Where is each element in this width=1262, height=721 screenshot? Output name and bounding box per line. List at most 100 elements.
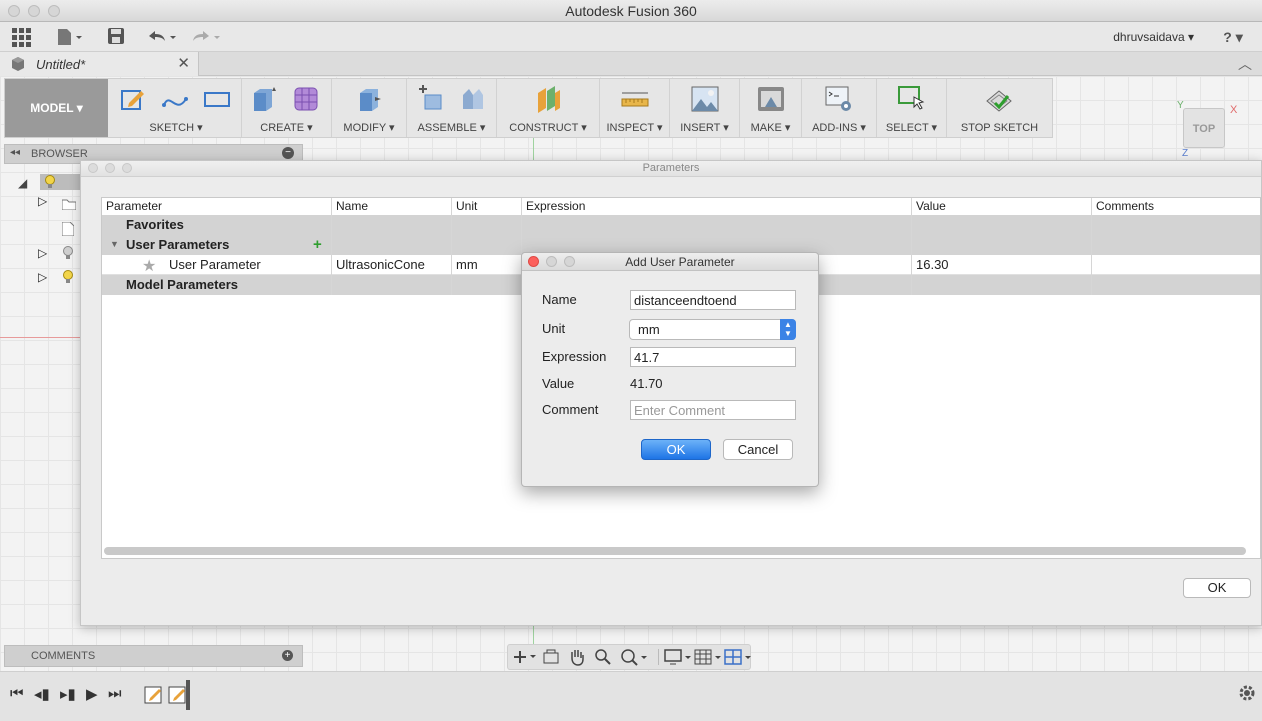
go-to-start-icon[interactable]: ⏮	[10, 685, 24, 702]
viewports-icon[interactable]	[724, 649, 752, 668]
form-icon[interactable]	[292, 85, 320, 113]
document-tab[interactable]: Untitled* ✕	[0, 52, 199, 76]
stop-sketch-icon[interactable]	[985, 85, 1013, 113]
help-icon[interactable]: ? ▾	[1216, 27, 1250, 47]
minus-icon[interactable]: −	[282, 147, 294, 159]
collapse-browser-icon[interactable]: ◂◂	[10, 147, 20, 158]
file-menu-icon[interactable]	[56, 27, 84, 47]
chevron-up-icon[interactable]: ︿	[1238, 54, 1252, 74]
lightbulb-icon[interactable]	[62, 270, 74, 287]
close-icon[interactable]: ✕	[177, 54, 190, 72]
unit-label: Unit	[542, 321, 566, 336]
undo-icon[interactable]	[146, 27, 178, 47]
timeline-sketch-feature-icon[interactable]	[168, 684, 188, 707]
insert-image-icon[interactable]	[691, 85, 719, 113]
comments-panel-header[interactable]: COMMENTS +	[4, 645, 303, 667]
joint-icon[interactable]	[459, 85, 487, 113]
user-account-menu[interactable]: dhruvsaidava ▾	[1113, 30, 1194, 44]
toolbar-group-sketch[interactable]: SKETCH ▾	[111, 79, 242, 137]
grid-settings-icon[interactable]	[694, 649, 722, 668]
toolbar-group-construct[interactable]: CONSTRUCT ▾	[497, 79, 600, 137]
timeline-sketch-feature-icon[interactable]	[144, 684, 164, 707]
zoom-icon[interactable]	[594, 648, 612, 669]
chevron-right-icon[interactable]: ▷	[38, 194, 47, 208]
data-panel-grid-icon[interactable]	[10, 27, 32, 47]
group-label: Favorites	[102, 215, 332, 235]
chevron-right-icon[interactable]: ▷	[38, 246, 47, 260]
step-back-icon[interactable]: ◂▮	[34, 685, 50, 703]
pan-hand-icon[interactable]	[568, 648, 586, 669]
comments-cell[interactable]	[1092, 255, 1260, 275]
chevron-up-down-icon[interactable]: ▲ ▼	[780, 319, 796, 340]
measure-icon[interactable]	[621, 85, 649, 113]
comment-label: Comment	[542, 402, 599, 417]
toolbar-group-modify[interactable]: MODIFY ▾	[332, 79, 407, 137]
viewcube[interactable]: TOP	[1183, 108, 1225, 148]
toolbar-group-insert[interactable]: INSERT ▾	[670, 79, 740, 137]
column-header[interactable]: Value	[912, 198, 1092, 215]
tree-root-collapse-icon[interactable]: ◢	[18, 176, 27, 190]
cancel-button[interactable]: Cancel	[723, 439, 793, 460]
column-header[interactable]: Name	[332, 198, 452, 215]
timeline-marker[interactable]	[186, 680, 190, 710]
toolbar-group-make[interactable]: MAKE ▾	[740, 79, 802, 137]
column-header[interactable]: Unit	[452, 198, 522, 215]
look-at-icon[interactable]	[542, 649, 560, 668]
favorites-group-row[interactable]: Favorites	[102, 215, 1260, 235]
navigation-bar	[507, 644, 751, 670]
spline-icon[interactable]	[161, 85, 189, 113]
rectangle-icon[interactable]	[203, 85, 231, 113]
press-pull-icon[interactable]	[355, 85, 383, 113]
column-header[interactable]: Parameter	[102, 198, 332, 215]
new-component-icon[interactable]	[417, 85, 445, 113]
toolbar-group-inspect[interactable]: INSPECT ▾	[600, 79, 670, 137]
play-icon[interactable]: ▶	[86, 685, 98, 703]
select-menu-label: SELECT ▾	[885, 122, 938, 134]
gear-icon[interactable]	[1238, 684, 1256, 705]
browser-tree: ◢ ▷ ▷ ▷	[18, 172, 80, 284]
lightbulb-icon[interactable]	[44, 175, 56, 192]
comments-title: COMMENTS	[31, 650, 96, 662]
save-icon[interactable]	[106, 27, 126, 47]
toolbar-group-addins[interactable]: ADD-INS ▾	[802, 79, 877, 137]
name-field[interactable]	[630, 290, 796, 310]
fit-window-icon[interactable]	[620, 648, 648, 669]
ok-button[interactable]: OK	[641, 439, 711, 460]
extrude-icon[interactable]	[250, 85, 278, 113]
display-settings-icon[interactable]	[664, 649, 692, 668]
scripts-addins-icon[interactable]	[825, 85, 853, 113]
value-label: Value	[542, 376, 575, 391]
name-cell[interactable]: UltrasonicCone	[332, 255, 452, 275]
column-header[interactable]: Comments	[1092, 198, 1260, 215]
toolbar-group-create[interactable]: CREATE ▾	[242, 79, 332, 137]
document-tab-label: Untitled*	[36, 57, 86, 72]
unit-select[interactable]: mm ▲ ▼	[629, 319, 796, 340]
lightbulb-icon[interactable]	[62, 246, 74, 263]
redo-icon[interactable]	[190, 27, 222, 47]
toolbar-group-stop-sketch[interactable]: STOP SKETCH	[947, 79, 1052, 137]
add-user-parameter-title-bar: Add User Parameter	[522, 253, 818, 271]
horizontal-scrollbar[interactable]	[104, 547, 1246, 555]
window-title: Autodesk Fusion 360	[565, 3, 697, 19]
chevron-right-icon[interactable]: ▷	[38, 270, 47, 284]
viewcube-z-axis-label: Z	[1182, 148, 1189, 159]
create-sketch-icon[interactable]	[119, 85, 147, 113]
offset-plane-icon[interactable]	[535, 85, 563, 113]
parameters-ok-button[interactable]: OK	[1183, 578, 1251, 598]
3d-print-icon[interactable]	[757, 85, 785, 113]
unit-cell[interactable]: mm	[452, 255, 522, 275]
select-icon[interactable]	[898, 85, 926, 113]
column-header[interactable]: Expression	[522, 198, 912, 215]
expression-field[interactable]	[630, 347, 796, 367]
workspace-switcher[interactable]: MODEL ▾	[5, 79, 108, 137]
assemble-menu-label: ASSEMBLE ▾	[417, 122, 486, 134]
orbit-icon[interactable]	[512, 649, 536, 668]
insert-menu-label: INSERT ▾	[680, 122, 729, 134]
toolbar-group-assemble[interactable]: ASSEMBLE ▾	[407, 79, 497, 137]
toolbar-group-select[interactable]: SELECT ▾	[877, 79, 947, 137]
go-to-end-icon[interactable]: ⏭	[108, 685, 122, 702]
add-user-parameter-plus-icon[interactable]: +	[313, 236, 322, 253]
plus-icon[interactable]: +	[282, 650, 293, 661]
comment-field[interactable]	[630, 400, 796, 420]
step-play-icon[interactable]: ▸▮	[60, 685, 76, 703]
